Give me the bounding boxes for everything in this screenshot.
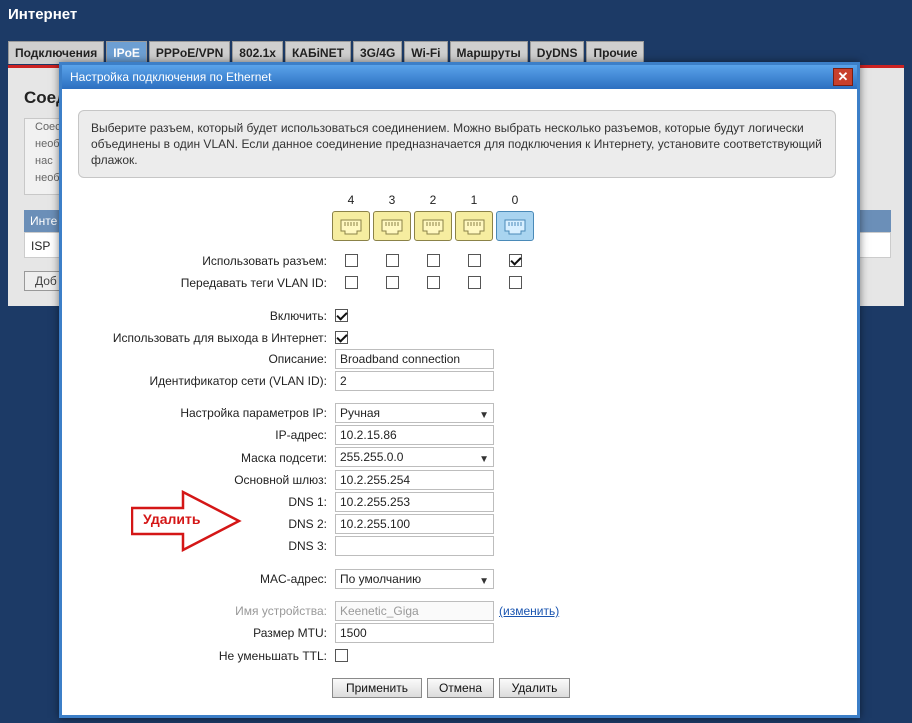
port-number-1: 1 [470,193,478,207]
vlan-id-label: Идентификатор сети (VLAN ID): [149,374,328,388]
tab-8021x[interactable]: 802.1x [232,41,283,64]
gateway-input[interactable]: 10.2.255.254 [335,470,494,490]
dns3-input[interactable] [335,536,494,556]
dialog-title: Настройка подключения по Ethernet [70,70,272,84]
tab-3g4g[interactable]: 3G/4G [352,41,403,64]
dialog-body: Выберите разъем, который будет использов… [62,89,857,715]
port-number-4: 4 [347,193,355,207]
chevron-down-icon: ▼ [479,576,489,587]
dns3-label: DNS 3: [288,539,327,553]
page-title: Интернет [8,6,78,23]
subnet-mask-label: Маска подсети: [240,451,327,465]
tab-dydns[interactable]: DyDNS [529,41,585,64]
ethernet-port-icon[interactable] [373,211,411,241]
mtu-label: Размер MTU: [253,626,327,640]
ttl-checkbox[interactable] [335,649,348,662]
subnet-mask-value: 255.255.0.0 [340,450,404,464]
description-label: Описание: [268,352,327,366]
tab-wifi[interactable]: Wi-Fi [404,41,448,64]
close-icon[interactable]: ✕ [833,68,853,86]
description-input[interactable]: Broadband connection [335,349,494,369]
change-device-name-link[interactable]: (изменить) [499,604,559,618]
tab-pppoe-vpn[interactable]: PPPoE/VPN [148,41,231,64]
ip-mode-label: Настройка параметров IP: [180,406,327,420]
tab-connections[interactable]: Подключения [8,41,105,64]
dns1-label: DNS 1: [288,495,327,509]
vlan-id-input[interactable]: 2 [335,371,494,391]
ip-mode-select[interactable]: Ручная ▼ [335,403,494,423]
use-port-1-checkbox[interactable] [468,254,481,267]
use-port-4-checkbox[interactable] [345,254,358,267]
ip-address-input[interactable]: 10.2.15.86 [335,425,494,445]
device-name-label: Имя устройства: [235,604,327,618]
vlan-tags-label: Передавать теги VLAN ID: [180,276,327,290]
use-port-2-checkbox[interactable] [427,254,440,267]
use-port-0-checkbox[interactable] [509,254,522,267]
dns2-input[interactable]: 10.2.255.100 [335,514,494,534]
dialog-titlebar[interactable]: Настройка подключения по Ethernet ✕ [62,65,857,89]
device-name-input: Keenetic_Giga [335,601,494,621]
ethernet-port-icon[interactable] [496,211,534,241]
vlan-tag-3-checkbox[interactable] [386,276,399,289]
vlan-tag-1-checkbox[interactable] [468,276,481,289]
port-number-2: 2 [429,193,437,207]
port-number-3: 3 [388,193,396,207]
vlan-tag-0-checkbox[interactable] [509,276,522,289]
apply-button[interactable]: Применить [332,678,422,698]
mac-label: MAC-адрес: [259,572,327,586]
tab-other[interactable]: Прочие [586,41,645,64]
gateway-label: Основной шлюз: [234,473,327,487]
delete-button[interactable]: Удалить [499,678,570,698]
mac-select[interactable]: По умолчанию ▼ [335,569,494,589]
ttl-label: Не уменьшать TTL: [218,649,327,663]
dns1-input[interactable]: 10.2.255.253 [335,492,494,512]
ethernet-port-icon[interactable] [455,211,493,241]
cancel-button[interactable]: Отмена [427,678,494,698]
enable-checkbox[interactable] [335,309,348,322]
annotation-text: Удалить [143,511,201,527]
info-box: Выберите разъем, который будет использов… [78,110,836,178]
dns2-label: DNS 2: [288,517,327,531]
ip-address-label: IP-адрес: [275,428,327,442]
chevron-down-icon: ▼ [479,454,489,465]
vlan-tag-4-checkbox[interactable] [345,276,358,289]
vlan-tag-2-checkbox[interactable] [427,276,440,289]
ethernet-port-icon[interactable] [332,211,370,241]
enable-label: Включить: [269,309,327,323]
tab-kabinet[interactable]: КАБiNET [284,41,351,64]
ip-mode-value: Ручная [340,406,381,420]
port-number-0: 0 [511,193,519,207]
mtu-input[interactable]: 1500 [335,623,494,643]
ethernet-settings-dialog: Настройка подключения по Ethernet ✕ Выбе… [59,62,860,718]
tab-routes[interactable]: Маршруты [449,41,528,64]
internet-checkbox[interactable] [335,331,348,344]
ethernet-port-icon[interactable] [414,211,452,241]
internet-label: Использовать для выхода в Интернет: [112,331,327,345]
use-port-label: Использовать разъем: [202,254,327,268]
subnet-mask-select[interactable]: 255.255.0.0 ▼ [335,447,494,467]
mac-value: По умолчанию [340,572,422,586]
use-port-3-checkbox[interactable] [386,254,399,267]
tab-ipoe[interactable]: IPoE [106,41,147,64]
chevron-down-icon: ▼ [479,410,489,421]
